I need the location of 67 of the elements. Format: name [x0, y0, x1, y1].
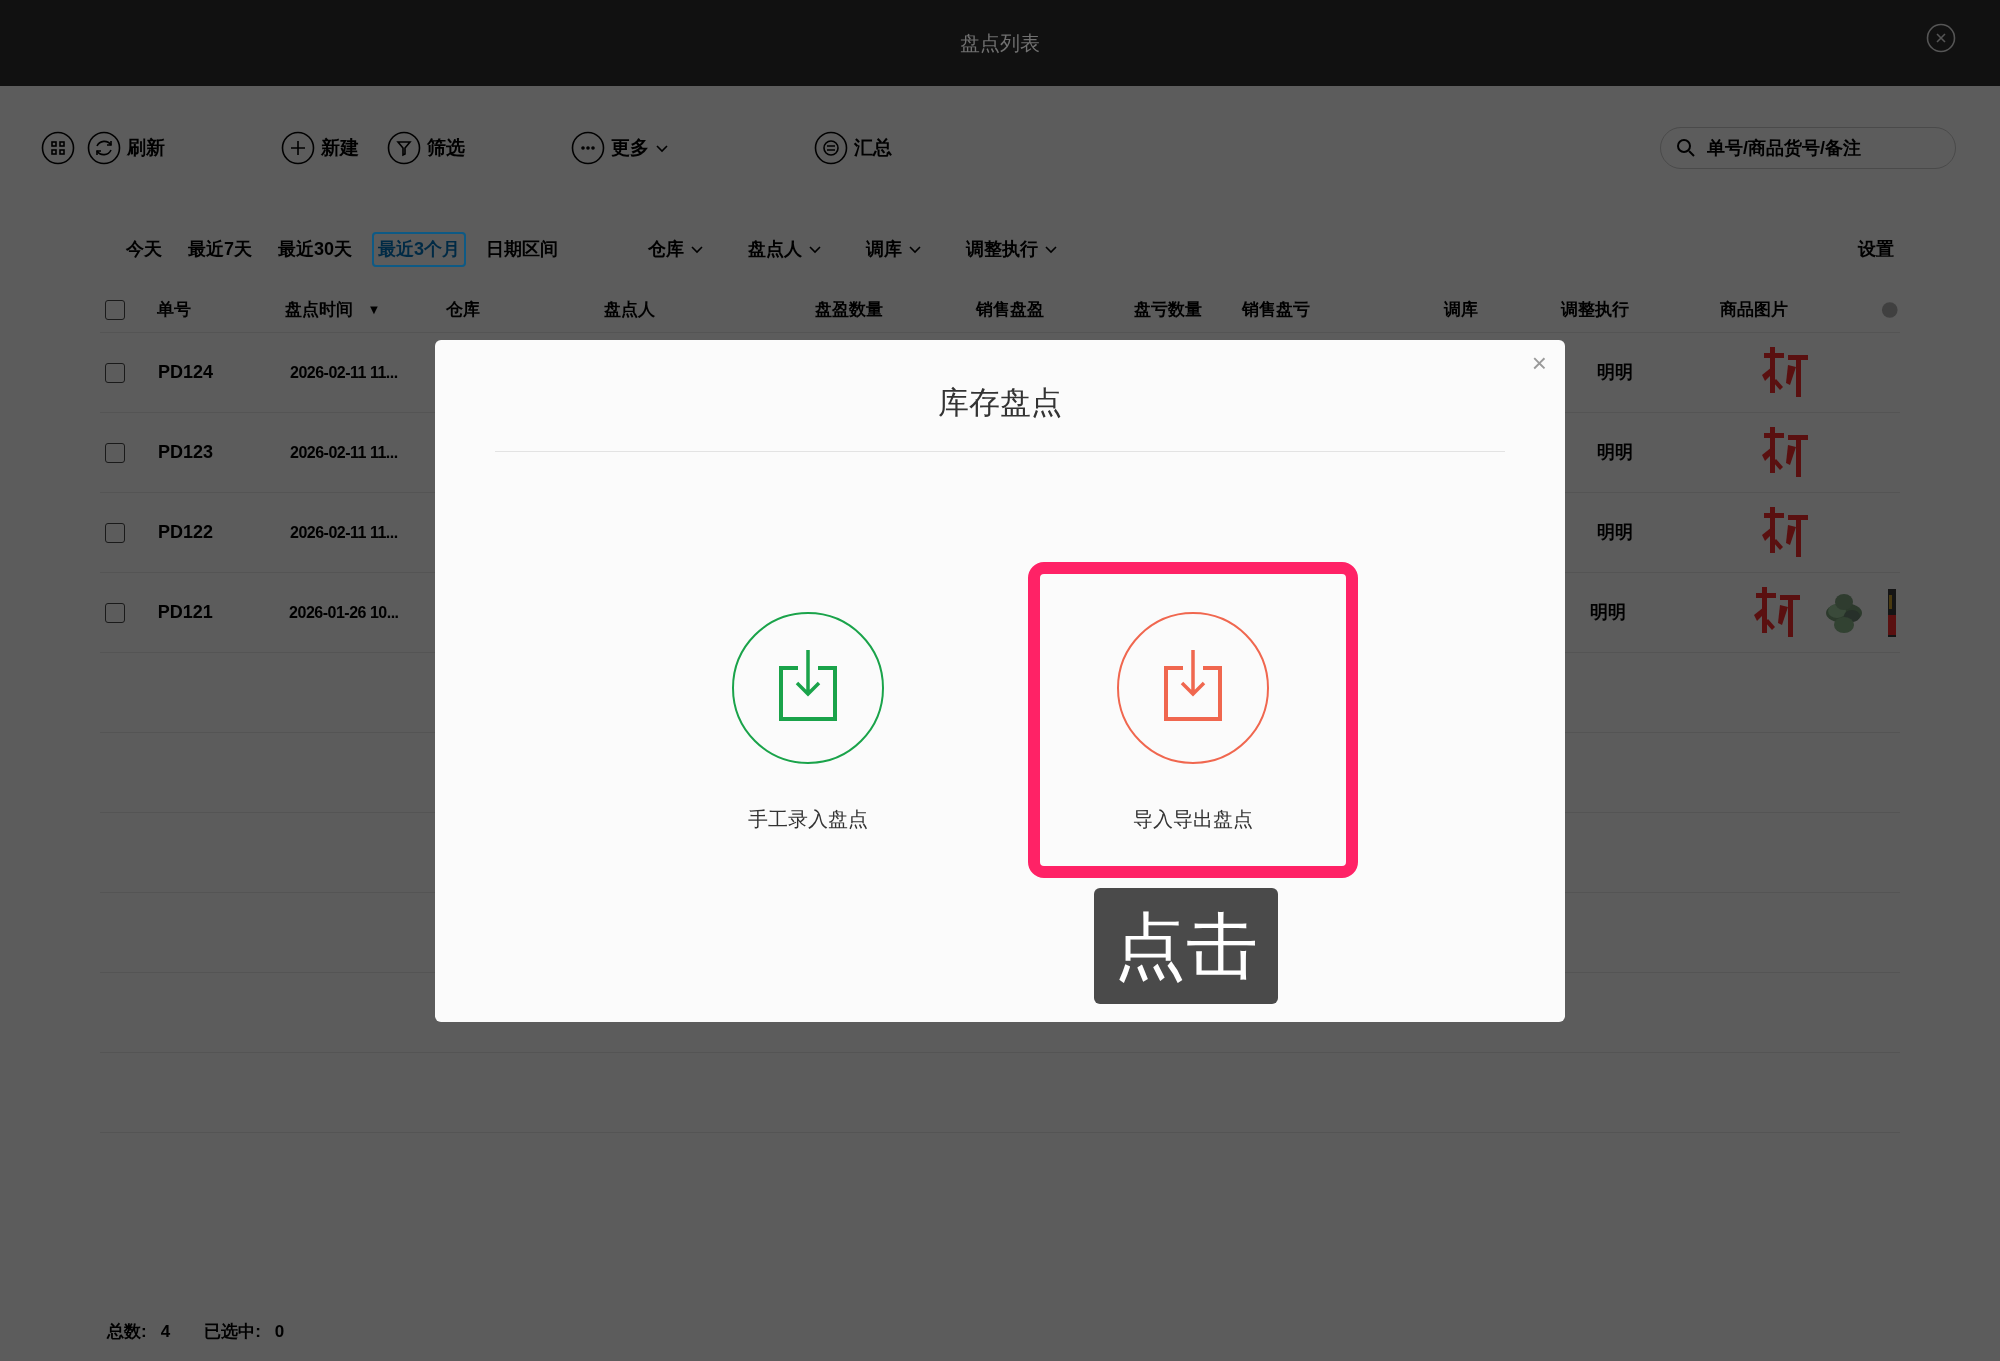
table-cell-text: PD121 [157, 601, 214, 624]
filter-dropdown[interactable]: 调整执行 [966, 235, 1059, 263]
search-field[interactable]: 单号/商品货号/备注 [1660, 127, 1956, 169]
grid-icon [41, 131, 75, 165]
column-header: 商品图片 [1719, 299, 1788, 322]
summary-icon [814, 131, 848, 165]
table-cell: 2026-02-11 11... [290, 364, 398, 381]
checkbox[interactable] [105, 522, 125, 543]
more-icon [571, 131, 605, 165]
callout-label: 点击 [1093, 887, 1278, 1004]
plus-icon [281, 131, 315, 165]
column-header: 销售盘亏 [1241, 299, 1310, 322]
filter-dropdown[interactable]: 盘点人 [748, 235, 823, 263]
table-cell-text: 明明 [1597, 521, 1634, 544]
date-filter-tab[interactable]: 最近30天 [272, 231, 359, 267]
window-title: 盘点列表 [960, 31, 1040, 56]
close-icon[interactable] [1926, 23, 1956, 53]
date-filter-tab[interactable]: 最近3个月 [372, 231, 467, 267]
selected-count: 0 [274, 1321, 285, 1344]
column-header: 调库 [1444, 299, 1479, 322]
date-filter-tab[interactable]: 最近7天 [182, 231, 258, 267]
close-button[interactable]: × [1531, 350, 1547, 376]
column-header: 销售盘盈 [976, 299, 1045, 322]
column-header: 调整执行 [1560, 299, 1629, 322]
download-tray-icon [731, 611, 884, 764]
column-header: 单号 [156, 299, 191, 322]
selected-label: 已选中: [204, 1321, 261, 1344]
checkbox[interactable] [105, 362, 125, 383]
toolbar-button[interactable]: 新建 [281, 131, 359, 165]
table-cell-text: 明明 [1597, 361, 1634, 384]
date-filter-tab[interactable]: 今天 [120, 231, 168, 267]
toolbar-button[interactable] [41, 131, 75, 165]
table-cell: 2026-01-26 10... [289, 604, 399, 621]
table-cell-text: 明明 [1597, 441, 1634, 464]
checkbox[interactable] [105, 442, 125, 463]
table-cell-text: PD123 [158, 441, 215, 464]
filter-dropdown[interactable]: 仓库 [648, 235, 705, 263]
dialog-title: 库存盘点 [938, 384, 1062, 422]
toolbar-button[interactable]: 筛选 [387, 131, 465, 165]
table-cell-text: PD124 [158, 361, 215, 384]
total-count: 4 [160, 1321, 171, 1344]
table-cell: 2026-02-11 11... [290, 444, 398, 461]
option-card[interactable]: 手工录入盘点 [642, 561, 973, 878]
table-cell-text: PD122 [158, 521, 215, 544]
toolbar-button[interactable]: 汇总 [814, 131, 892, 165]
table-cell: 2026-02-11 11... [290, 524, 398, 541]
download-tray-icon [1116, 611, 1269, 764]
toolbar-button[interactable]: 刷新 [87, 131, 165, 165]
checkbox[interactable] [105, 300, 125, 320]
settings-icon[interactable] [1880, 300, 1900, 320]
column-header: 盘亏数量 [1134, 299, 1203, 322]
option-card[interactable]: 导入导出盘点 [1027, 561, 1358, 878]
column-header: 仓库 [446, 299, 481, 322]
checkbox[interactable] [105, 602, 125, 623]
refresh-icon [87, 131, 121, 165]
column-header: 盘点时间 [285, 299, 354, 322]
filter-icon [387, 131, 421, 165]
total-label: 总数: [107, 1321, 147, 1344]
date-filter-tab[interactable]: 日期区间 [480, 231, 565, 267]
search-icon [1676, 138, 1696, 158]
settings-link[interactable]: 设置 [1858, 235, 1894, 263]
sort-indicator: ▼ [367, 301, 381, 320]
table-cell-text: 明明 [1589, 601, 1627, 624]
filter-dropdown[interactable]: 调库 [866, 235, 923, 263]
column-header: 盘盈数量 [815, 299, 884, 322]
toolbar-button[interactable]: 更多 [571, 131, 669, 165]
column-header: 盘点人 [604, 299, 656, 322]
